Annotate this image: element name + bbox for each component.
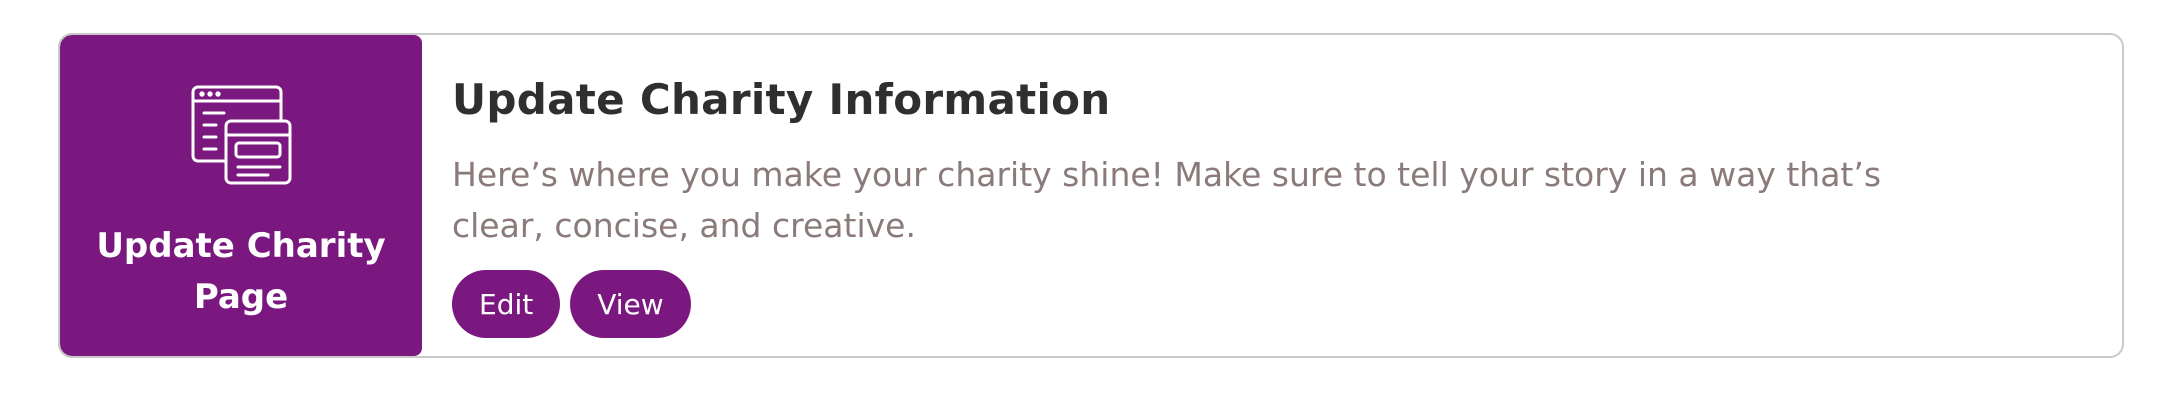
- tile-label: Update Charity Page: [96, 226, 386, 317]
- browser-windows-icon: [191, 85, 292, 185]
- update-charity-page-tile[interactable]: Update Charity Page: [60, 35, 422, 356]
- card-title: Update Charity Information: [452, 75, 1111, 124]
- card-description: Here’s where you make your charity shine…: [452, 155, 1882, 245]
- update-charity-card: Update Charity Page Update Charity Infor…: [58, 33, 2124, 358]
- card-content: Update Charity Information Here’s where …: [422, 35, 2122, 356]
- view-button[interactable]: View: [570, 270, 691, 338]
- card-actions: Edit View: [452, 270, 691, 338]
- edit-button[interactable]: Edit: [452, 270, 561, 338]
